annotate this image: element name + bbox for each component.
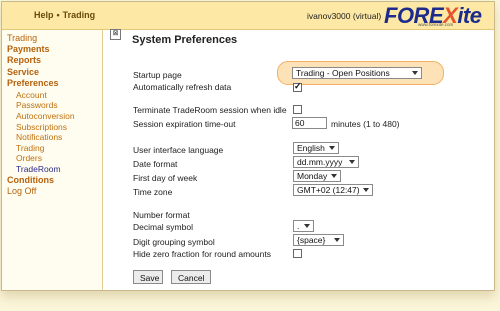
expiration-input[interactable]: 60 bbox=[292, 117, 327, 129]
logo-url: www.forexite.com bbox=[418, 22, 454, 27]
app-window: Help • Trading ivanov3000 (virtual) FOREXi… bbox=[1, 1, 495, 291]
sidebar-item-preferences[interactable]: Preferences bbox=[7, 78, 59, 88]
sidebar-item-conditions[interactable]: Conditions bbox=[7, 175, 54, 185]
startup-page-value: Trading - Open Positions bbox=[296, 68, 390, 78]
language-label: User interface language bbox=[133, 145, 224, 155]
timezone-value: GMT+02 (12:47) bbox=[297, 185, 360, 195]
first-day-label: First day of week bbox=[133, 173, 198, 183]
decimal-symbol-label: Decimal symbol bbox=[133, 222, 193, 232]
auto-refresh-label: Automatically refresh data bbox=[133, 82, 232, 92]
bullet-icon: • bbox=[56, 10, 60, 20]
startup-page-select[interactable]: Trading - Open Positions bbox=[292, 67, 422, 79]
top-nav: Help • Trading bbox=[34, 10, 95, 20]
sidebar-item-trading-prefs[interactable]: Trading bbox=[16, 143, 45, 153]
decimal-symbol-select[interactable]: . bbox=[293, 220, 314, 232]
chevron-down-icon bbox=[329, 146, 335, 150]
sidebar-item-account[interactable]: Account bbox=[16, 90, 47, 100]
chevron-down-icon bbox=[363, 188, 369, 192]
sidebar-item-service[interactable]: Service bbox=[7, 67, 39, 77]
language-value: English bbox=[297, 143, 325, 153]
cancel-button[interactable]: Cancel bbox=[171, 270, 211, 284]
sidebar-item-trading[interactable]: Trading bbox=[7, 33, 37, 43]
digit-grouping-value: {space} bbox=[297, 235, 326, 245]
save-button[interactable]: Save bbox=[133, 270, 163, 284]
date-format-select[interactable]: dd.mm.yyyy bbox=[293, 156, 359, 168]
page-title: System Preferences bbox=[132, 34, 238, 46]
sidebar: Trading Payments Reports Service Prefere… bbox=[2, 30, 103, 290]
hide-zero-checkbox[interactable] bbox=[293, 249, 302, 258]
number-format-label: Number format bbox=[133, 210, 190, 220]
digit-grouping-label: Digit grouping symbol bbox=[133, 237, 215, 247]
expiration-label: Session expiration time-out bbox=[133, 119, 236, 129]
forexite-logo: FOREXite www.forexite.com bbox=[384, 3, 482, 28]
trading-link[interactable]: Trading bbox=[63, 10, 96, 20]
terminate-session-checkbox[interactable] bbox=[293, 105, 302, 114]
user-name: ivanov3000 (virtual) bbox=[307, 11, 382, 21]
sidebar-item-orders[interactable]: Orders bbox=[16, 153, 42, 163]
sidebar-item-traderoom[interactable]: TradeRoom bbox=[16, 164, 61, 174]
checkmark-icon: ✓ bbox=[294, 81, 302, 91]
first-day-value: Monday bbox=[297, 171, 328, 181]
digit-grouping-select[interactable]: {space} bbox=[293, 234, 344, 246]
startup-page-label: Startup page bbox=[133, 70, 182, 80]
hide-zero-label: Hide zero fraction for round amounts bbox=[133, 249, 271, 259]
chevron-down-icon bbox=[304, 224, 310, 228]
chevron-down-icon bbox=[349, 160, 355, 164]
sidebar-item-notifications[interactable]: Notifications bbox=[16, 132, 62, 142]
sidebar-item-passwords[interactable]: Passwords bbox=[16, 100, 58, 110]
timezone-select[interactable]: GMT+02 (12:47) bbox=[293, 184, 373, 196]
terminate-session-label: Terminate TradeRoom session when idle bbox=[133, 105, 287, 115]
date-format-label: Date format bbox=[133, 159, 178, 169]
sidebar-item-subscriptions[interactable]: Subscriptions bbox=[16, 122, 67, 132]
collapse-sidebar-icon[interactable]: ⊠ bbox=[110, 29, 121, 40]
sidebar-item-reports[interactable]: Reports bbox=[7, 55, 41, 65]
timezone-label: Time zone bbox=[133, 187, 173, 197]
auto-refresh-checkbox[interactable]: ✓ bbox=[293, 81, 302, 92]
date-format-value: dd.mm.yyyy bbox=[297, 157, 343, 167]
language-select[interactable]: English bbox=[293, 142, 339, 154]
sidebar-item-logoff[interactable]: Log Off bbox=[7, 186, 36, 196]
sidebar-item-autoconversion[interactable]: Autoconversion bbox=[16, 111, 75, 121]
decimal-symbol-value: . bbox=[297, 221, 300, 231]
top-bar: Help • Trading ivanov3000 (virtual) FOREXi… bbox=[2, 2, 494, 30]
chevron-down-icon bbox=[331, 174, 337, 178]
first-day-select[interactable]: Monday bbox=[293, 170, 341, 182]
expiration-unit: minutes (1 to 480) bbox=[331, 119, 400, 129]
sidebar-item-payments[interactable]: Payments bbox=[7, 44, 50, 54]
help-link[interactable]: Help bbox=[34, 10, 54, 20]
chevron-down-icon bbox=[412, 71, 418, 75]
chevron-down-icon bbox=[334, 238, 340, 242]
